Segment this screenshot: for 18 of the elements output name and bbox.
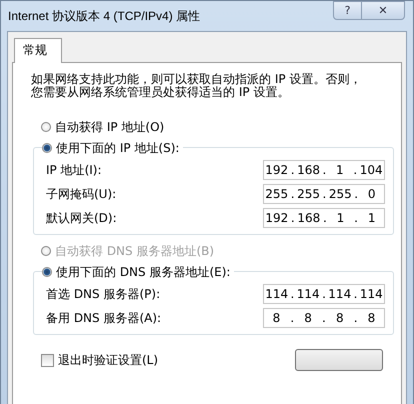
window-title: Internet 协议版本 4 (TCP/IPv4) 属性 [7, 8, 200, 25]
ip-address-field[interactable]: 192 . 168 . 1 . 1 [263, 208, 385, 228]
ip-address-field[interactable]: 8 . 8 . 8 . 8 [263, 308, 385, 328]
dialog-button[interactable] [295, 349, 383, 371]
ip-address-field[interactable]: 192 . 168 . 1 . 104 [263, 160, 385, 180]
close-button[interactable]: ✕ [362, 1, 405, 20]
radio-button[interactable]: 自动获得 IP 地址(O) [41, 117, 383, 137]
description-text: 如果网络支持此功能，则可以获取自动指派的 IP 设置。否则，您需要从网络系统管理员处获得适当的 IP 设置。 [31, 73, 362, 99]
validate-checkbox[interactable]: 退出时验证设置(L) [41, 352, 158, 368]
ip-address-field[interactable]: 255 . 255 . 255 . 0 [263, 184, 385, 204]
field-label: IP 地址(I): [46, 162, 102, 178]
field-label: 默认网关(D): [46, 210, 117, 226]
tab[interactable]: 常规 [14, 38, 62, 63]
field-label: 备用 DNS 服务器(A): [46, 310, 162, 326]
ip-address-field[interactable]: 114 . 114 . 114 . 114 [263, 284, 385, 304]
field-label: 子网掩码(U): [46, 186, 116, 202]
field-label: 首选 DNS 服务器(P): [46, 286, 160, 302]
help-button[interactable]: ? [333, 1, 362, 20]
